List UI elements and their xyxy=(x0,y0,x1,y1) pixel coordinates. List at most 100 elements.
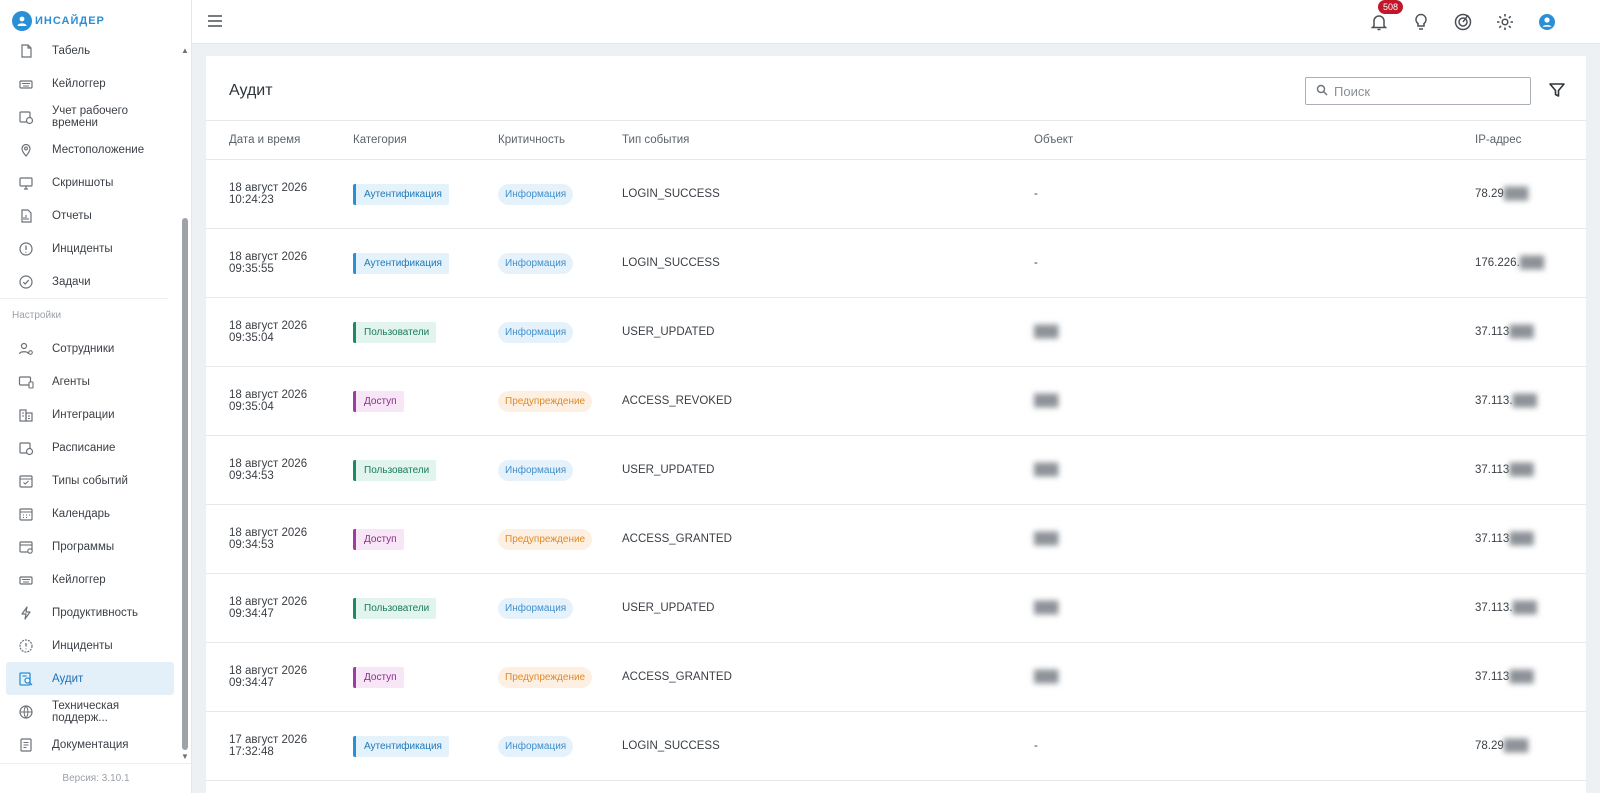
cell-datetime: 17 август 2026 17:32:48 xyxy=(206,711,353,781)
category-tag: Пользователи xyxy=(353,597,437,619)
table-row[interactable]: 18 август 2026 09:34:47 Пользователи Инфор… xyxy=(206,573,1586,643)
sidebar-item-label: Учет рабочего времени xyxy=(52,104,129,129)
sidebar-item[interactable]: Кейлоггер xyxy=(6,563,174,596)
sidebar-item-label: Табель xyxy=(52,44,91,57)
cell-ip: 78.29 xyxy=(1475,188,1504,200)
sidebar-item[interactable]: Табель xyxy=(6,42,174,67)
cell-ip: 37.113 xyxy=(1475,464,1510,476)
settings-gear-icon[interactable] xyxy=(1492,8,1518,36)
alert-circle-icon xyxy=(18,241,34,257)
sidebar-item[interactable]: Скриншоты xyxy=(6,166,174,199)
list-document-icon xyxy=(18,737,34,753)
cell-object: - xyxy=(1034,257,1038,269)
category-tag: Пользователи xyxy=(353,321,437,343)
check-circle-icon xyxy=(18,274,34,290)
sidebar-item[interactable]: Аудит xyxy=(6,662,174,695)
filter-icon[interactable] xyxy=(1547,80,1567,100)
cell-datetime: 18 август 2026 09:34:47 xyxy=(206,642,353,712)
cell-event-type: USER_UPDATED xyxy=(622,573,1034,643)
hamburger-menu-icon[interactable] xyxy=(206,12,224,30)
sidebar-item[interactable]: Учет рабочего времени xyxy=(6,100,174,133)
table-row[interactable]: 18 август 2026 09:34:53 Доступ Предупрежде… xyxy=(206,504,1586,574)
logo[interactable]: ИНСАЙДЕР xyxy=(0,0,191,42)
sidebar-item[interactable]: Задачи xyxy=(6,265,174,298)
severity-badge: Предупреждение xyxy=(498,528,593,550)
sidebar-item[interactable]: Документация xyxy=(6,728,174,761)
cell-datetime: 18 август 2026 09:34:47 xyxy=(206,573,353,643)
report-icon xyxy=(18,208,34,224)
table-row[interactable]: 18 август 2026 09:35:04 Доступ Предупрежде… xyxy=(206,366,1586,436)
sidebar-item-label: Местоположение xyxy=(52,143,145,156)
cell-ip-redacted: ███ xyxy=(1509,464,1534,476)
sidebar-item-label: Инциденты xyxy=(52,639,113,652)
lightbulb-icon[interactable] xyxy=(1408,8,1434,36)
monitor-agent-icon xyxy=(18,374,34,390)
alert-gear-icon xyxy=(18,638,34,654)
sidebar-item[interactable]: Инциденты xyxy=(6,232,174,265)
radar-icon[interactable] xyxy=(1450,8,1476,36)
sidebar-section-settings: Настройки xyxy=(0,298,168,332)
topbar: 508 xyxy=(192,0,1600,44)
search-box[interactable] xyxy=(1305,77,1531,105)
severity-badge: Информация xyxy=(498,252,574,274)
cell-ip-redacted: ███ xyxy=(1519,257,1545,269)
table-row[interactable]: 18 август 2026 09:35:55 Аутентификация Инф… xyxy=(206,228,1586,298)
cell-ip-redacted: ███ xyxy=(1509,671,1534,683)
sidebar-item[interactable]: Техническая поддерж... xyxy=(6,695,174,728)
table-row[interactable]: 18 август 2026 10:24:23 Аутентификация Инф… xyxy=(206,159,1586,229)
window-icon xyxy=(18,539,34,555)
cell-ip-redacted: ███ xyxy=(1512,395,1537,407)
sidebar-item[interactable]: Продуктивность xyxy=(6,596,174,629)
category-tag: Доступ xyxy=(353,666,404,688)
sidebar-item[interactable]: Типы событий xyxy=(6,464,174,497)
cell-event-type: USER_UPDATED xyxy=(622,435,1034,505)
severity-badge: Информация xyxy=(498,735,574,757)
scroll-thumb[interactable] xyxy=(182,218,188,750)
search-input[interactable] xyxy=(1334,83,1524,99)
app-version: Версия: 3.10.1 xyxy=(0,763,192,793)
severity-badge: Информация xyxy=(498,321,574,343)
notifications-bell-icon[interactable]: 508 xyxy=(1366,0,1404,36)
sidebar-scrollbar[interactable]: ▲ ▼ xyxy=(181,46,189,761)
sidebar-item[interactable]: Расписание xyxy=(6,431,174,464)
sidebar-item[interactable]: Календарь xyxy=(6,497,174,530)
table-row[interactable]: 18 август 2026 09:34:53 Пользователи Инфор… xyxy=(206,435,1586,505)
table-row[interactable]: 18 август 2026 09:35:04 Пользователи Инфор… xyxy=(206,297,1586,367)
user-account-icon[interactable] xyxy=(1534,8,1560,36)
cell-object: ███ xyxy=(1034,602,1059,614)
cell-object: ███ xyxy=(1034,395,1059,407)
sidebar-item[interactable]: Агенты xyxy=(6,365,174,398)
column-header-ip-address[interactable]: IP-адрес xyxy=(1475,120,1586,160)
sidebar-item[interactable]: Местоположение xyxy=(6,133,174,166)
sidebar-item[interactable]: Интеграции xyxy=(6,398,174,431)
category-tag: Аутентификация xyxy=(353,735,449,757)
support-globe-icon xyxy=(18,704,34,720)
table-row[interactable]: 18 август 2026 09:34:47 Доступ Предупрежде… xyxy=(206,642,1586,712)
column-header-object[interactable]: Объект xyxy=(1034,120,1475,160)
sidebar-item-label: Продуктивность xyxy=(52,606,138,619)
sidebar-item-label: Типы событий xyxy=(52,474,128,487)
sidebar-item[interactable]: Программы xyxy=(6,530,174,563)
cell-event-type: ACCESS_REVOKED xyxy=(622,366,1034,436)
sidebar-item[interactable]: Отчеты xyxy=(6,199,174,232)
table-row[interactable]: 17 август 2026 17:32:48 Аутентификация Инф… xyxy=(206,711,1586,781)
severity-badge: Информация xyxy=(498,183,574,205)
sidebar-item-label: Отчеты xyxy=(52,209,92,222)
category-tag: Доступ xyxy=(353,528,404,550)
column-header-datetime[interactable]: Дата и время xyxy=(206,120,353,160)
scroll-up-arrow-icon[interactable]: ▲ xyxy=(181,46,189,55)
cell-event-type: ACCESS_GRANTED xyxy=(622,504,1034,574)
sidebar-item[interactable]: Инциденты xyxy=(6,629,174,662)
sidebar-item-label: Аудит xyxy=(52,672,84,685)
column-header-category[interactable]: Категория xyxy=(353,120,498,160)
cell-event-type: USER_UPDATED xyxy=(622,297,1034,367)
calendar-check-icon xyxy=(18,473,34,489)
calendar-clock-icon xyxy=(18,440,34,456)
scroll-down-arrow-icon[interactable]: ▼ xyxy=(181,752,189,761)
sidebar-item[interactable]: Кейлоггер xyxy=(6,67,174,100)
sidebar-item[interactable]: Сотрудники xyxy=(6,332,174,365)
column-header-severity[interactable]: Критичность xyxy=(498,120,622,160)
sidebar-item-label: Интеграции xyxy=(52,408,115,421)
column-header-event-type[interactable]: Тип события xyxy=(622,120,1034,160)
cell-ip: 37.113 xyxy=(1475,671,1510,683)
